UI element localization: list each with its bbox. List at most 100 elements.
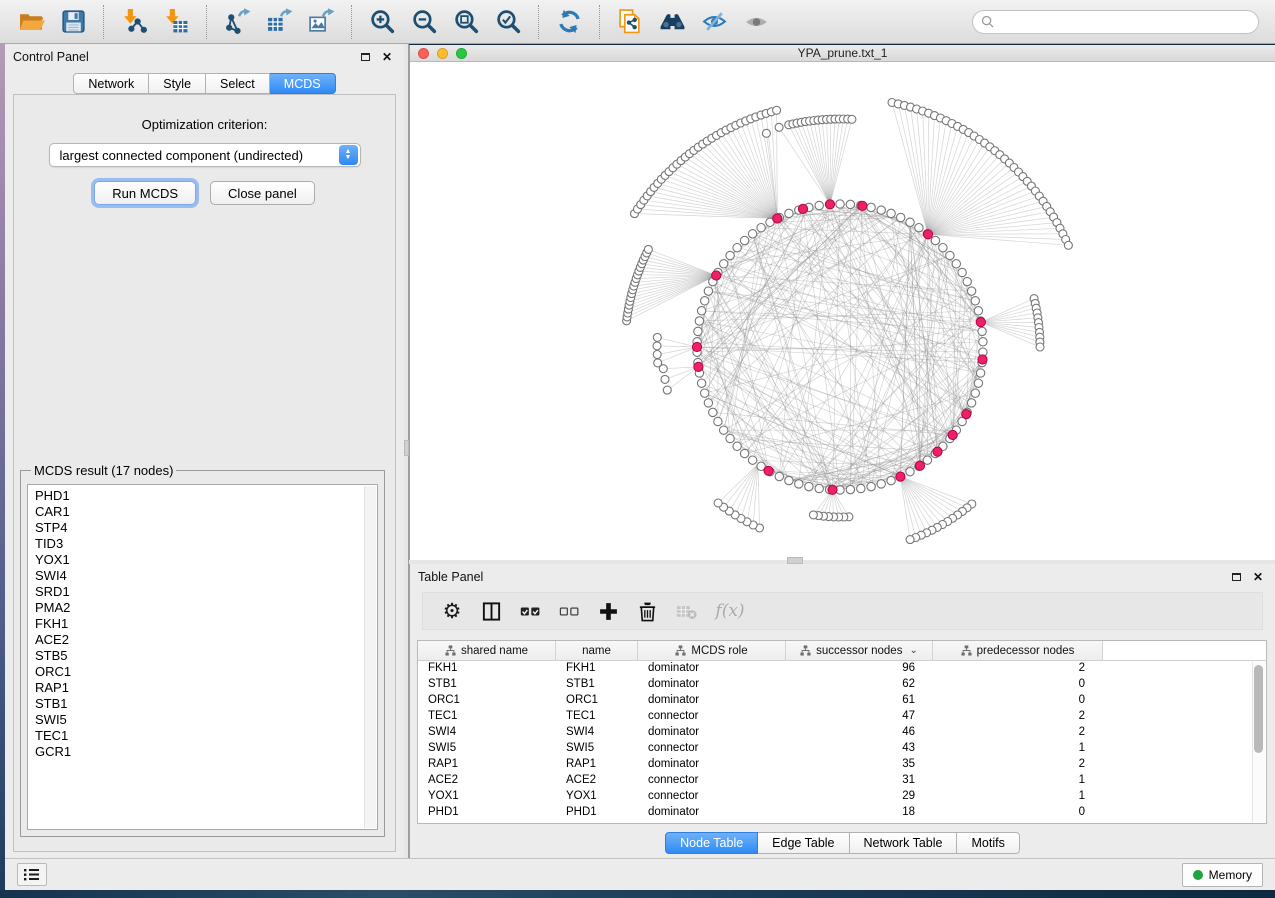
result-node-item[interactable]: FKH1 [35,616,377,632]
result-scrollbar[interactable] [364,486,376,828]
column-header-successor-nodes[interactable]: successor nodes⌄ [786,641,933,660]
float-panel-button[interactable] [1227,569,1245,585]
cell-shared-name[interactable]: ACE2 [418,773,556,789]
tab-select[interactable]: Select [206,73,270,94]
cell-MCDS-role[interactable]: connector [638,741,786,757]
float-panel-button[interactable] [356,49,374,65]
table-row[interactable]: SWI4SWI4dominator462 [418,725,1266,741]
task-history-button[interactable] [17,863,47,886]
close-panel-button-mcds[interactable]: Close panel [210,181,315,205]
network-from-selection-icon[interactable] [614,6,646,38]
cell-predecessor-nodes[interactable]: 2 [933,725,1103,741]
table-row[interactable]: ORC1ORC1dominator610 [418,693,1266,709]
cell-shared-name[interactable]: TEC1 [418,709,556,725]
result-node-item[interactable]: PMA2 [35,600,377,616]
result-node-item[interactable]: PHD1 [35,488,377,504]
table-row[interactable]: RAP1RAP1dominator352 [418,757,1266,773]
cell-name[interactable]: ORC1 [556,693,638,709]
zoom-out-icon[interactable] [408,6,440,38]
result-node-item[interactable]: STP4 [35,520,377,536]
export-table-icon[interactable] [263,6,295,38]
tab-network-table[interactable]: Network Table [850,832,958,854]
cell-successor-nodes[interactable]: 31 [786,773,933,789]
cell-MCDS-role[interactable]: dominator [638,805,786,821]
cell-shared-name[interactable]: FKH1 [418,661,556,677]
table-row[interactable]: PHD1PHD1dominator180 [418,805,1266,821]
cell-predecessor-nodes[interactable]: 2 [933,661,1103,677]
save-session-icon[interactable] [57,6,89,38]
result-node-item[interactable]: STB5 [35,648,377,664]
cell-MCDS-role[interactable]: dominator [638,725,786,741]
tab-style[interactable]: Style [149,73,206,94]
tab-motifs[interactable]: Motifs [957,832,1019,854]
tab-node-table[interactable]: Node Table [665,832,758,854]
cell-predecessor-nodes[interactable]: 0 [933,693,1103,709]
export-image-icon[interactable] [305,6,337,38]
cell-name[interactable]: SWI4 [556,725,638,741]
select-all-rows-icon[interactable] [515,596,545,626]
table-row[interactable]: STB1STB1dominator620 [418,677,1266,693]
cell-shared-name[interactable]: ORC1 [418,693,556,709]
result-node-item[interactable]: YOX1 [35,552,377,568]
network-canvas[interactable] [410,62,1275,560]
cell-predecessor-nodes[interactable]: 1 [933,789,1103,805]
tab-edge-table[interactable]: Edge Table [758,832,849,854]
close-panel-button[interactable]: ✕ [378,49,396,65]
result-node-item[interactable]: SWI5 [35,712,377,728]
result-node-item[interactable]: RAP1 [35,680,377,696]
mcds-result-list[interactable]: PHD1CAR1STP4TID3YOX1SWI4SRD1PMA2FKH1ACE2… [27,484,378,830]
find-icon[interactable] [656,6,688,38]
cell-name[interactable]: PHD1 [556,805,638,821]
column-header-MCDS-role[interactable]: MCDS role [638,641,786,660]
cell-successor-nodes[interactable]: 18 [786,805,933,821]
table-row[interactable]: FKH1FKH1dominator962 [418,661,1266,677]
cell-predecessor-nodes[interactable]: 1 [933,773,1103,789]
table-row[interactable]: YOX1YOX1connector291 [418,789,1266,805]
result-node-item[interactable]: ACE2 [35,632,377,648]
column-header-name[interactable]: name [556,641,638,660]
import-table-icon[interactable] [160,6,192,38]
cell-MCDS-role[interactable]: dominator [638,677,786,693]
cell-name[interactable]: ACE2 [556,773,638,789]
apply-layout-icon[interactable] [553,6,585,38]
cell-successor-nodes[interactable]: 29 [786,789,933,805]
open-file-icon[interactable] [15,6,47,38]
result-node-item[interactable]: GCR1 [35,744,377,760]
deselect-all-rows-icon[interactable] [554,596,584,626]
cell-predecessor-nodes[interactable]: 2 [933,757,1103,773]
cell-successor-nodes[interactable]: 46 [786,725,933,741]
cell-MCDS-role[interactable]: connector [638,773,786,789]
cell-name[interactable]: RAP1 [556,757,638,773]
column-header-shared-name[interactable]: shared name [418,641,556,660]
cell-predecessor-nodes[interactable]: 0 [933,805,1103,821]
result-node-item[interactable]: TID3 [35,536,377,552]
cell-successor-nodes[interactable]: 47 [786,709,933,725]
cell-MCDS-role[interactable]: connector [638,709,786,725]
cell-name[interactable]: FKH1 [556,661,638,677]
memory-button[interactable]: Memory [1182,863,1263,887]
zoom-in-icon[interactable] [366,6,398,38]
tab-network[interactable]: Network [73,73,149,94]
table-scrollbar[interactable] [1252,662,1265,822]
close-panel-button[interactable]: ✕ [1249,569,1267,585]
cell-shared-name[interactable]: STB1 [418,677,556,693]
add-column-icon[interactable] [593,596,623,626]
result-node-item[interactable]: SWI4 [35,568,377,584]
network-graph[interactable] [410,62,1275,560]
search-field[interactable] [972,10,1259,34]
cell-shared-name[interactable]: YOX1 [418,789,556,805]
cell-name[interactable]: TEC1 [556,709,638,725]
cell-predecessor-nodes[interactable]: 1 [933,741,1103,757]
cell-MCDS-role[interactable]: connector [638,789,786,805]
cell-name[interactable]: YOX1 [556,789,638,805]
result-node-item[interactable]: ORC1 [35,664,377,680]
zoom-fit-icon[interactable] [450,6,482,38]
tab-mcds[interactable]: MCDS [270,73,336,94]
table-row[interactable]: SWI5SWI5connector431 [418,741,1266,757]
cell-successor-nodes[interactable]: 35 [786,757,933,773]
run-mcds-button[interactable]: Run MCDS [94,181,196,205]
result-node-item[interactable]: STB1 [35,696,377,712]
column-settings-icon[interactable]: ⚙ [437,596,467,626]
toggle-columns-icon[interactable] [476,596,506,626]
delete-column-icon[interactable] [632,596,662,626]
